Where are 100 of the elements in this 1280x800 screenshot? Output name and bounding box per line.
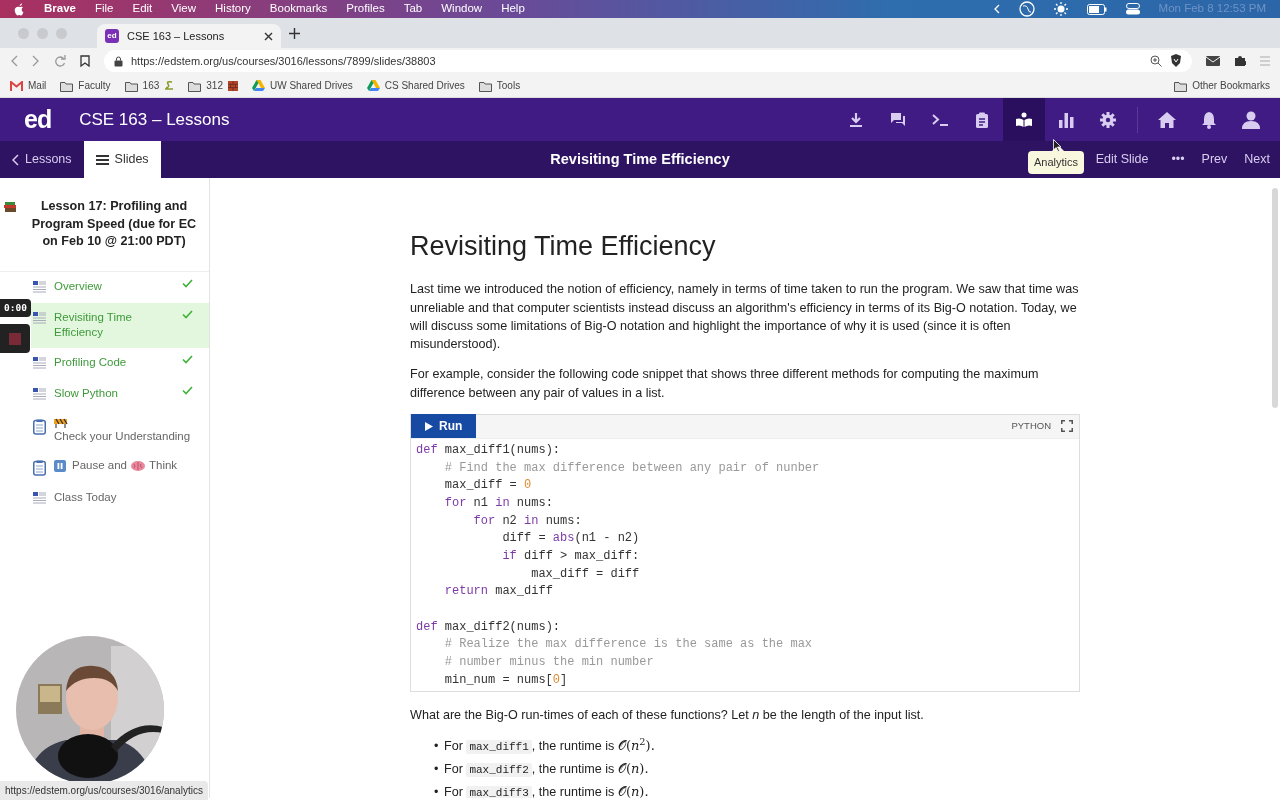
action-link[interactable]: Next xyxy=(1244,150,1270,169)
code-line: # Find the max difference between any pair of nunber xyxy=(443,459,821,477)
menu-item[interactable]: History xyxy=(215,0,251,18)
lock-icon xyxy=(114,55,123,67)
menu-item[interactable]: Bookmarks xyxy=(269,0,328,18)
check-icon xyxy=(182,278,193,288)
paragraph: For example, consider the following code snippet that shows three different methods for computing the maximum difference between any pair of values in a list. xyxy=(410,366,1040,402)
list-item: • For max_diff2 , the runtime is 𝒪(n). xyxy=(434,760,650,780)
code-line: if diff > max_diff: xyxy=(501,548,641,565)
browser-tab[interactable]: ed CSE 163 – Lessons xyxy=(97,24,281,48)
document-lines-icon xyxy=(33,387,46,400)
zoom-icon[interactable] xyxy=(1150,55,1162,67)
chevron-icon[interactable] xyxy=(993,4,1000,14)
code-line: max_diff = diff xyxy=(530,565,641,583)
paragraph: Last time we introduced the notion of efficiency, namely in terms of time taken to run the program. We saw that time was unreliable and that computer scientists instead discuss an algorithm's efficiency in terms of its Big-O notation. Today, we will discuss some limitations of Big-O notation and highlight the importance of why it is used (since it is often misunderstood). xyxy=(410,281,1080,354)
menu-item[interactable]: Help xyxy=(501,0,525,18)
terminal-icon xyxy=(932,111,948,128)
check-icon xyxy=(182,354,193,364)
address-bar[interactable]: https://edstem.org/us/courses/3016/lessons/7899/slides/38803 xyxy=(104,50,1192,72)
control-center-icon[interactable] xyxy=(1125,3,1140,15)
code-line: # Realize the max difference is the same as the max xyxy=(443,636,814,654)
sidebar-item[interactable]: Profiling Code xyxy=(31,347,209,379)
bookmark-item[interactable]: 163 xyxy=(124,78,175,93)
menu-item[interactable]: Edit xyxy=(132,0,153,18)
folder-icon xyxy=(1174,79,1188,92)
clipboard-icon xyxy=(974,111,990,128)
reload-icon[interactable] xyxy=(54,55,66,67)
mail-icon xyxy=(10,80,23,91)
code-line: min_num = nums[0] xyxy=(443,671,569,689)
close-icon[interactable] xyxy=(264,31,273,41)
course-title: CSE 163 – Lessons xyxy=(78,108,231,131)
bookmark-item[interactable]: Other Bookmarks xyxy=(1174,78,1270,93)
slides-tab[interactable]: Slides xyxy=(83,141,161,178)
ed-logo[interactable]: ed xyxy=(0,100,76,139)
lesson-title: Lesson 17: Profiling and Program Speed (due for EC on Feb 10 @ 21:00 PDT) xyxy=(30,198,198,251)
language-label: PYTHON xyxy=(1011,419,1051,434)
bookmark-icon[interactable] xyxy=(80,55,90,67)
sidebar-item[interactable]: Overview xyxy=(31,271,209,303)
puzzle-icon[interactable] xyxy=(1234,55,1246,67)
menu-item[interactable]: File xyxy=(94,0,114,18)
menu-item[interactable]: Profiles xyxy=(346,0,385,18)
bookmark-item[interactable]: Tools xyxy=(478,78,521,93)
run-button[interactable]: Run xyxy=(411,414,477,439)
bookmark-item[interactable]: UW Shared Drives xyxy=(251,78,353,93)
folder-icon xyxy=(478,79,492,92)
action-link[interactable]: Edit Slide xyxy=(1095,150,1149,169)
code-line: def max_diff2(nums): xyxy=(416,618,562,636)
menu-item[interactable]: Window xyxy=(441,0,483,18)
book-reader-icon-button[interactable] xyxy=(1003,98,1045,141)
folder-icon xyxy=(124,79,138,92)
fullscreen-icon[interactable] xyxy=(1061,420,1073,433)
brightness-icon[interactable] xyxy=(1053,2,1068,16)
brain-icon xyxy=(131,460,145,473)
user-icon xyxy=(1242,110,1260,129)
check-icon xyxy=(182,385,193,395)
code-editor[interactable] xyxy=(410,413,1080,692)
bell-icon xyxy=(1200,110,1218,129)
slide-title: Revisiting Time Efficiency xyxy=(550,149,730,169)
bookmark-item[interactable]: Mail xyxy=(10,78,47,93)
code-line: def max_diff1(nums): xyxy=(416,441,562,459)
drive-icon xyxy=(366,80,380,91)
pause-icon xyxy=(54,460,68,473)
code-line: for n1 in nums: xyxy=(443,494,554,512)
bookmark-item[interactable]: 312 xyxy=(188,78,238,93)
books-icon xyxy=(4,201,17,213)
bookmark-item[interactable]: CS Shared Drives xyxy=(366,78,465,93)
slide-heading: Revisiting Time Efficiency xyxy=(410,230,717,263)
sidebar-item[interactable]: Pause and Think xyxy=(31,451,209,484)
app-name[interactable]: Brave xyxy=(44,0,76,18)
book-reader-icon xyxy=(1016,111,1032,128)
new-tab-icon[interactable] xyxy=(289,27,300,39)
back-icon[interactable] xyxy=(10,55,18,67)
folder-icon xyxy=(60,79,74,92)
menu-icon xyxy=(95,154,109,165)
timer-label: 0:00 xyxy=(0,299,31,318)
sidebar-item[interactable]: Slow Python xyxy=(31,378,209,410)
code-line: max_diff = 0 xyxy=(443,477,533,495)
menu-item[interactable]: View xyxy=(171,0,197,18)
forward-icon[interactable] xyxy=(32,55,40,67)
action-link[interactable]: Prev xyxy=(1201,150,1228,169)
sidebar-item[interactable]: Class Today xyxy=(31,483,209,515)
circle-logo-icon[interactable] xyxy=(1018,1,1035,17)
battery-icon[interactable] xyxy=(1086,3,1107,15)
document-lines-icon xyxy=(33,280,46,293)
favicon-icon: ed xyxy=(105,29,119,43)
back-link[interactable]: Lessons xyxy=(0,141,84,178)
apple-icon[interactable] xyxy=(14,2,25,16)
document-lines-icon xyxy=(33,492,46,505)
scrollbar[interactable] xyxy=(1272,188,1278,408)
sidebar-item[interactable]: Check your Understanding xyxy=(31,409,209,452)
barrier-icon xyxy=(54,416,68,429)
bookmark-item[interactable]: Faculty xyxy=(60,78,111,93)
folder-icon xyxy=(188,79,202,92)
mouse-cursor-icon xyxy=(1053,139,1062,152)
chevron-icon xyxy=(12,153,19,166)
action-link[interactable]: ••• xyxy=(1171,150,1185,169)
code-line: for n2 in nums: xyxy=(472,512,583,530)
mail-icon[interactable] xyxy=(1206,56,1220,66)
menu-item[interactable]: Tab xyxy=(403,0,423,18)
code-line: # number minus the min number xyxy=(443,654,655,672)
